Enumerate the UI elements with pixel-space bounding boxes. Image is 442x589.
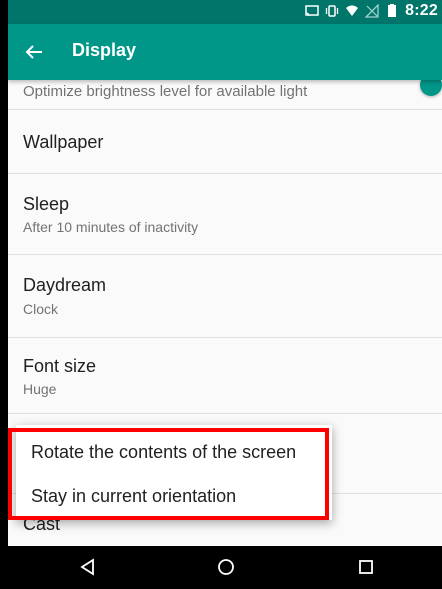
no-signal-icon: [365, 4, 379, 18]
battery-icon: [388, 4, 397, 17]
rotate-contents-option[interactable]: Rotate the contents of the screen: [31, 442, 296, 463]
wallpaper-label: Wallpaper: [23, 132, 104, 152]
square-recents-icon[interactable]: [356, 557, 376, 577]
sleep-subtitle: After 10 minutes of inactivity: [23, 219, 199, 235]
clock: 8:22: [405, 2, 438, 19]
arrow-left-icon[interactable]: [22, 40, 46, 64]
rotation-popup-menu: Rotate the contents of the screen Stay i…: [16, 425, 332, 520]
circle-home-icon[interactable]: [216, 557, 236, 577]
daydream-item[interactable]: Daydream Clock: [8, 255, 442, 338]
cast-icon: [305, 5, 319, 17]
sleep-label: Sleep: [23, 194, 70, 214]
triangle-back-icon[interactable]: [78, 557, 98, 577]
wifi-icon: [346, 5, 359, 16]
daydream-label: Daydream: [23, 275, 107, 295]
app-bar: Display: [8, 24, 442, 80]
daydream-subtitle: Clock: [23, 301, 59, 317]
font-size-label: Font size: [23, 356, 97, 376]
sleep-item[interactable]: Sleep After 10 minutes of inactivity: [8, 174, 442, 255]
font-size-item[interactable]: Font size Huge: [8, 338, 442, 414]
status-bar: 8:22: [8, 0, 442, 24]
wallpaper-item[interactable]: Wallpaper: [8, 110, 442, 174]
vibrate-icon: [326, 5, 339, 17]
adaptive-brightness-subtitle: Optimize brightness level for available …: [23, 83, 308, 100]
adaptive-brightness-item[interactable]: Optimize brightness level for available …: [8, 74, 442, 110]
font-size-subtitle: Huge: [23, 381, 57, 397]
navigation-bar: [8, 546, 442, 589]
screen: 8:22 Display Optimize brightness level f…: [8, 0, 442, 589]
stay-current-orientation-option[interactable]: Stay in current orientation: [31, 486, 236, 507]
page-title: Display: [72, 40, 137, 60]
